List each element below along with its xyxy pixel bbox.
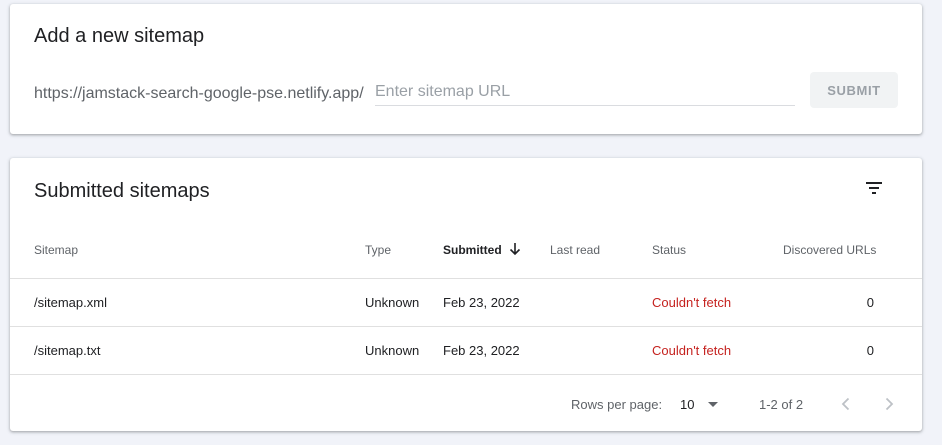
cell-submitted: Feb 23, 2022 <box>443 295 520 310</box>
previous-page-button[interactable] <box>834 392 858 416</box>
table-pagination: Rows per page: 10 1-2 of 2 <box>10 374 922 431</box>
submit-button[interactable]: SUBMIT <box>810 72 898 108</box>
cell-discovered-urls: 0 <box>866 343 874 358</box>
chevron-right-icon <box>885 397 894 411</box>
cell-submitted: Feb 23, 2022 <box>443 343 520 358</box>
submitted-sitemaps-card: Submitted sitemaps Sitemap Type Submitte… <box>10 158 922 431</box>
rows-per-page-select[interactable]: 10 <box>678 392 726 416</box>
cell-sitemap: /sitemap.txt <box>34 343 101 358</box>
chevron-left-icon <box>841 397 850 411</box>
dropdown-arrow-icon <box>708 402 718 407</box>
filter-list-icon[interactable] <box>862 176 886 200</box>
add-sitemap-title: Add a new sitemap <box>34 25 205 47</box>
cell-status: Couldn't fetch <box>652 343 732 358</box>
col-header-status[interactable]: Status <box>652 243 686 257</box>
col-header-submitted[interactable]: Submitted <box>443 242 522 258</box>
cell-type: Unknown <box>365 343 420 358</box>
rows-per-page-value: 10 <box>680 397 695 412</box>
col-header-submitted-label: Submitted <box>443 243 502 257</box>
col-header-type[interactable]: Type <box>365 243 391 257</box>
arrow-down-icon <box>508 242 522 256</box>
add-sitemap-card: Add a new sitemap https://jamstack-searc… <box>10 4 922 134</box>
sitemap-url-prefix: https://jamstack-search-google-pse.netli… <box>34 85 364 102</box>
table-row[interactable]: /sitemap.xml Unknown Feb 23, 2022 Couldn… <box>10 278 922 326</box>
col-header-sitemap[interactable]: Sitemap <box>34 243 78 257</box>
sitemap-url-input[interactable] <box>375 80 795 106</box>
col-header-last-read[interactable]: Last read <box>550 243 600 257</box>
cell-discovered-urls: 0 <box>866 295 874 310</box>
cell-sitemap: /sitemap.xml <box>34 295 107 310</box>
cell-type: Unknown <box>365 295 420 310</box>
table-row[interactable]: /sitemap.txt Unknown Feb 23, 2022 Couldn… <box>10 326 922 374</box>
pagination-range: 1-2 of 2 <box>759 397 804 412</box>
cell-status: Couldn't fetch <box>652 295 732 310</box>
col-header-discovered-urls[interactable]: Discovered URLs <box>783 243 876 257</box>
rows-per-page-label: Rows per page: <box>571 397 663 412</box>
next-page-button[interactable] <box>877 392 901 416</box>
submitted-sitemaps-title: Submitted sitemaps <box>34 180 210 202</box>
